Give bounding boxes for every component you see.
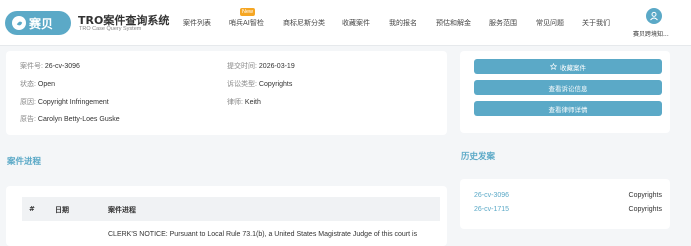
lawyer-label: 律师:: [227, 99, 243, 106]
plaintiff-label: 原告:: [20, 116, 36, 123]
case-reason: 原因: Copyright Infringement: [20, 97, 109, 107]
reason-value: Copyright Infringement: [37, 99, 109, 106]
lawyer-detail-button[interactable]: 查看律师详情: [474, 101, 662, 116]
menu-settlement-estimate[interactable]: 预估和解金: [436, 18, 471, 28]
case-progress-title: 案件进程: [7, 157, 42, 167]
case-plaintiff: 原告: Carolyn Betty-Loes Guske: [20, 114, 120, 124]
case-number: 案件号: 26-cv-3096: [20, 61, 80, 71]
header-progress: 案件进程: [108, 206, 136, 214]
plaintiff-value: Carolyn Betty-Loes Guske: [37, 116, 120, 123]
menu-nice-classification[interactable]: 商标尼斯分类: [283, 18, 325, 28]
litigation-type-label: 诉讼类型:: [227, 81, 257, 88]
table-row-progress-text: CLERK'S NOTICE: Pursuant to Local Rule 7…: [108, 231, 418, 238]
lawyer-value: Keith: [244, 99, 261, 106]
menu-about[interactable]: 关于我们: [582, 18, 610, 28]
logo[interactable]: 赛贝: [5, 11, 71, 35]
case-lawyer: 律师: Keith: [227, 97, 261, 107]
status-value: Open: [37, 81, 56, 88]
user-name[interactable]: 赛贝跨境知...: [633, 29, 669, 38]
header-index: #: [29, 205, 35, 213]
case-info-card: 案件号: 26-cv-3096 提交时间: 2026-03-19 状态: Ope…: [6, 51, 447, 135]
case-number-value: 26-cv-3096: [44, 63, 80, 70]
new-badge: New: [240, 8, 256, 16]
header-date: 日期: [55, 206, 69, 214]
submit-time-label: 提交时间:: [227, 63, 257, 70]
menu-case-list[interactable]: 案件列表: [183, 18, 211, 28]
menu-services[interactable]: 服务范围: [489, 18, 517, 28]
litigation-type-value: Copyrights: [258, 81, 293, 88]
status-label: 状态:: [20, 81, 36, 88]
litigation-info-button[interactable]: 查看诉讼信息: [474, 80, 662, 95]
menu-sentinel-ai[interactable]: 哨兵AI智检: [229, 18, 264, 28]
history-card: 26-cv-3096 Copyrights 26-cv-1715 Copyrig…: [460, 179, 670, 229]
top-nav: 赛贝 TRO案件查询系统 TRO Case Query System 案件列表 …: [0, 0, 691, 46]
logo-text: 赛贝: [29, 16, 54, 31]
history-case-type: Copyrights: [628, 192, 662, 199]
reason-label: 原因:: [20, 99, 36, 106]
actions-card: 收藏案件 查看诉讼信息 查看律师详情: [460, 51, 670, 133]
progress-table: # 日期 案件进程 CLERK'S NOTICE: Pursuant to Lo…: [6, 186, 447, 246]
case-number-label: 案件号:: [20, 63, 43, 70]
favorite-case-button[interactable]: 收藏案件: [474, 59, 662, 74]
litigation-type: 诉讼类型: Copyrights: [227, 79, 292, 89]
history-case-link[interactable]: 26-cv-1715: [474, 206, 509, 213]
history-case-type: Copyrights: [628, 206, 662, 213]
history-case-link[interactable]: 26-cv-3096: [474, 192, 509, 199]
menu-my-registrations[interactable]: 我的报名: [389, 18, 417, 28]
litigation-info-label: 查看诉讼信息: [548, 84, 588, 93]
submit-time: 提交时间: 2026-03-19: [227, 61, 295, 71]
history-title: 历史发案: [461, 152, 496, 162]
menu-favorites[interactable]: 收藏案件: [342, 18, 370, 28]
logo-icon: [12, 16, 26, 30]
brand-subtitle: TRO Case Query System: [79, 26, 142, 32]
submit-time-value: 2026-03-19: [258, 63, 295, 70]
case-status: 状态: Open: [20, 79, 55, 89]
table-header: # 日期 案件进程: [22, 197, 440, 221]
favorite-case-label: 收藏案件: [560, 63, 586, 72]
menu-faq[interactable]: 常见问题: [536, 18, 564, 28]
lawyer-detail-label: 查看律师详情: [548, 105, 588, 114]
star-icon: [550, 63, 557, 70]
user-icon[interactable]: [646, 8, 662, 24]
